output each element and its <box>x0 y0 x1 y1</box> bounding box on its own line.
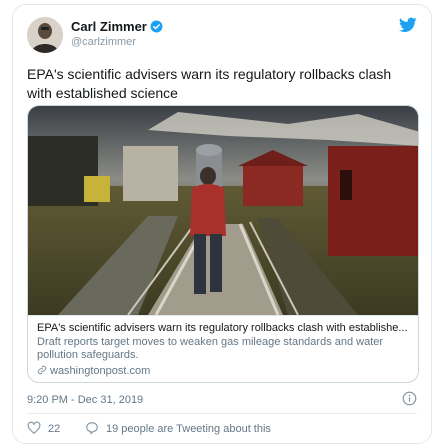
link-card-description: Draft reports target moves to weaken gas… <box>37 336 384 361</box>
author-handle[interactable]: @carlzimmer <box>71 36 136 48</box>
link-icon <box>37 365 47 375</box>
tweet-embed[interactable]: Carl Zimmer @carlzimmer EPA's scientific… <box>12 4 432 444</box>
info-icon[interactable] <box>402 391 417 406</box>
tweet-timestamp[interactable]: 9:20 PM - Dec 31, 2019 <box>27 394 143 406</box>
author-avatar[interactable] <box>27 17 63 53</box>
reply-label: 19 people are Tweeting about this <box>106 423 271 435</box>
link-card-domain: washingtonpost.com <box>37 364 411 378</box>
article-photo <box>28 106 418 315</box>
heart-icon <box>27 421 41 434</box>
reply-button[interactable]: 19 people are Tweeting about this <box>85 421 271 435</box>
link-card-domain-text: washingtonpost.com <box>50 365 151 377</box>
avatar-photo <box>27 17 63 53</box>
author-name-text: Carl Zimmer <box>71 19 147 34</box>
link-card-title: EPA's scientific advisers warn its regul… <box>37 322 408 334</box>
like-button[interactable]: 22 <box>27 421 60 435</box>
divider <box>27 413 417 414</box>
verified-badge-icon <box>150 20 163 33</box>
tweet-text: EPA's scientific advisers warn its regul… <box>27 66 392 101</box>
author-display-name[interactable]: Carl Zimmer <box>71 19 163 34</box>
twitter-bird-icon[interactable] <box>399 17 417 33</box>
link-card[interactable]: EPA's scientific advisers warn its regul… <box>27 105 419 383</box>
speech-bubble-icon <box>86 422 98 435</box>
link-card-body[interactable]: EPA's scientific advisers warn its regul… <box>28 315 418 382</box>
like-count: 22 <box>48 423 61 435</box>
